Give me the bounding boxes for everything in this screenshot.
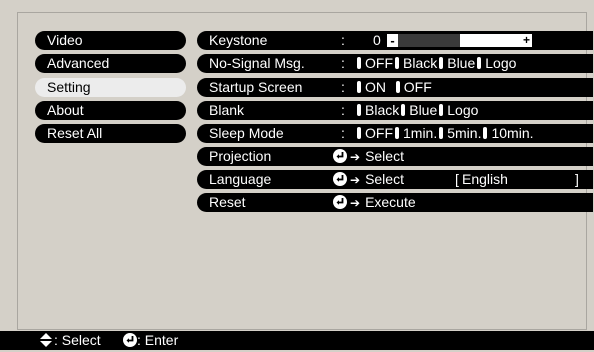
sleep-label: Sleep Mode [209,125,284,141]
language-current-value: English [462,171,508,187]
projection-label: Projection [209,148,272,164]
language-action-text: Select [365,171,404,187]
enter-icon [333,149,347,163]
setting-language[interactable]: Language ➔ Select [ English ] [197,170,593,189]
menu-item-about[interactable]: About [35,101,186,120]
keystone-label: Keystone [209,32,268,48]
setting-projection[interactable]: Projection ➔ Select [197,147,593,166]
enter-icon [333,172,347,186]
option-blue[interactable]: Blue [409,102,437,118]
colon: : [341,125,345,141]
status-enter-text: : Enter [137,332,179,348]
status-bar: : Select : Enter [0,331,594,350]
projector-menu-screen: Video Advanced Setting About Reset All K… [0,0,594,350]
option-10min[interactable]: 10min. [491,125,533,141]
option-marker [483,127,488,139]
option-marker [395,127,399,139]
option-black[interactable]: Black [403,55,437,71]
language-action: ➔ Select [333,170,404,190]
setting-startup-screen[interactable]: Startup Screen : ON OFF [197,78,593,97]
colon: : [341,55,345,71]
projection-action-text: Select [365,148,404,164]
option-marker [395,57,399,69]
menu-item-setting[interactable]: Setting [35,78,186,97]
up-down-arrow-icon [40,333,52,347]
no-signal-options: : OFF Black Blue Logo [341,54,516,73]
blank-label: Blank [209,102,245,118]
keystone-slider-fill [398,34,460,47]
option-marker [439,57,444,69]
option-off[interactable]: OFF [404,79,432,95]
startup-options: : ON OFF [341,78,432,97]
projection-action: ➔ Select [333,147,404,167]
enter-icon [333,195,347,209]
no-signal-label: No-Signal Msg. [209,55,305,71]
option-marker [357,81,361,93]
option-marker [357,127,361,139]
startup-label: Startup Screen [209,79,303,95]
enter-icon [123,333,137,347]
keystone-plus: + [522,33,530,47]
setting-blank[interactable]: Blank : Black Blue Logo [197,101,593,120]
menu-item-video[interactable]: Video [35,31,186,50]
option-5min[interactable]: 5min. [447,125,481,141]
option-marker [395,81,400,93]
reset-label: Reset [209,194,246,210]
keystone-value: 0 [373,32,381,48]
setting-keystone[interactable]: Keystone : 0 - + [197,31,593,50]
menu-item-reset-all[interactable]: Reset All [35,124,186,143]
menu-item-advanced[interactable]: Advanced [35,54,186,73]
language-label: Language [209,171,272,187]
option-on[interactable]: ON [365,79,386,95]
option-marker [357,104,361,116]
option-1min[interactable]: 1min. [403,125,437,141]
status-select: : Select [40,331,101,350]
colon: : [341,79,345,95]
arrow-right-icon: ➔ [350,196,361,210]
option-black[interactable]: Black [365,102,399,118]
option-marker [439,127,444,139]
keystone-slider[interactable]: - + [387,34,532,47]
setting-no-signal-msg[interactable]: No-Signal Msg. : OFF Black Blue Logo [197,54,593,73]
status-enter: : Enter [123,331,178,350]
reset-action: ➔ Execute [333,193,416,213]
option-logo[interactable]: Logo [485,55,516,71]
sleep-options: : OFF 1min. 5min. 10min. [341,124,534,143]
setting-reset[interactable]: Reset ➔ Execute [197,193,593,212]
status-select-text: : Select [54,332,101,348]
option-marker [439,104,444,116]
option-marker [357,57,361,69]
option-marker [477,57,482,69]
option-off[interactable]: OFF [365,125,393,141]
reset-action-text: Execute [365,194,416,210]
option-logo[interactable]: Logo [447,102,478,118]
arrow-right-icon: ➔ [350,150,361,164]
bracket-open: [ [455,171,459,187]
colon: : [341,102,345,118]
arrow-right-icon: ➔ [350,173,361,187]
setting-sleep-mode[interactable]: Sleep Mode : OFF 1min. 5min. 10min. [197,124,593,143]
option-marker [401,104,406,116]
option-blue[interactable]: Blue [447,55,475,71]
blank-options: : Black Blue Logo [341,101,478,120]
option-off[interactable]: OFF [365,55,393,71]
keystone-colon: : [341,32,345,48]
keystone-minus: - [390,33,395,48]
